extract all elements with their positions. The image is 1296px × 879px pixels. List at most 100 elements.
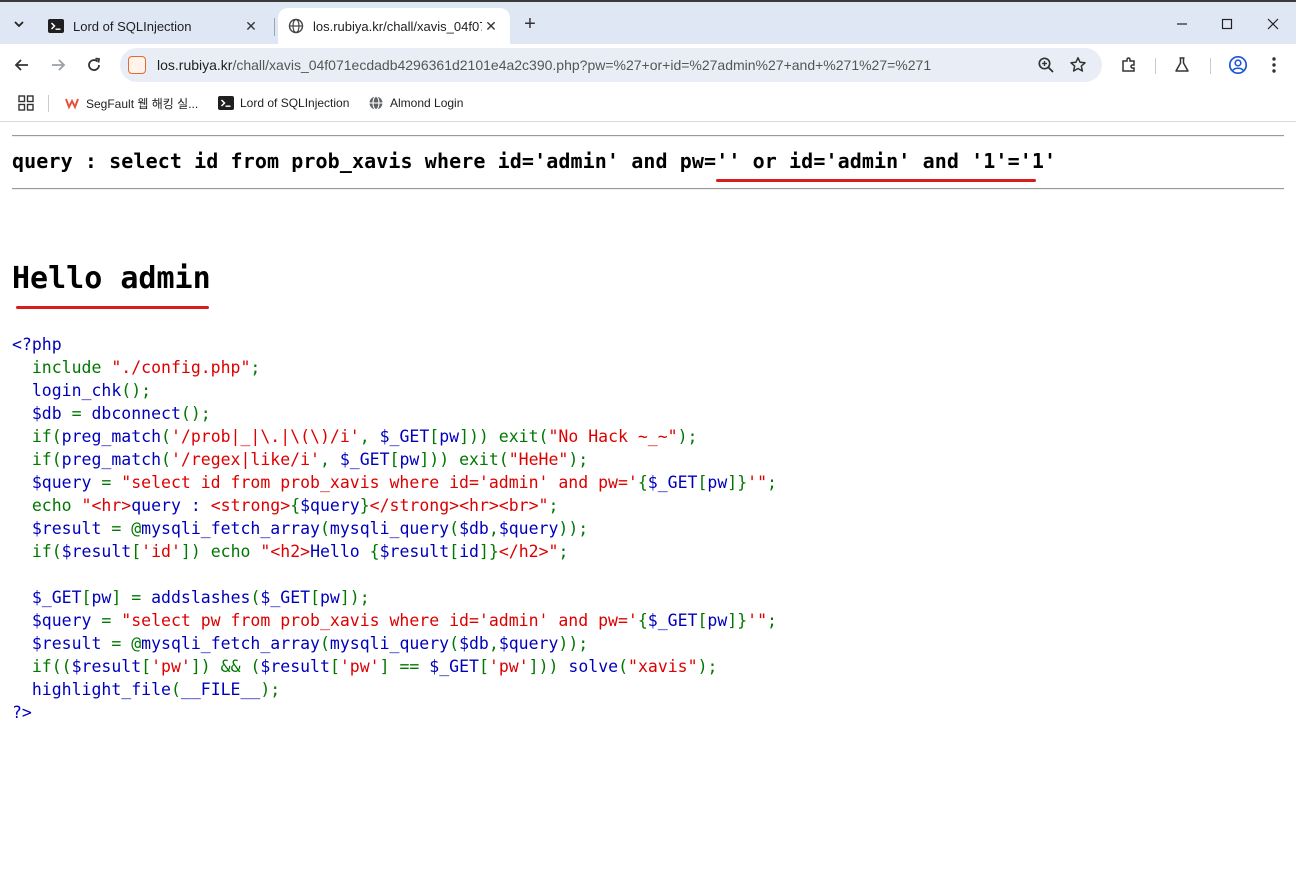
code-token: '" <box>747 473 768 492</box>
code-token: "./config.php" <box>111 358 251 377</box>
code-token: <?php <box>12 335 62 354</box>
profile-avatar-icon[interactable] <box>1227 54 1249 76</box>
code-token: ( <box>319 634 330 653</box>
segfault-icon <box>64 95 80 111</box>
tab-lord-of-sqlinjection[interactable]: Lord of SQLInjection ✕ <box>38 8 270 44</box>
code-token: <strong> <box>210 496 291 515</box>
new-tab-button[interactable]: + <box>518 13 542 37</box>
code-token: [ <box>329 657 340 676</box>
code-line: include "./config.php"; <box>12 356 777 379</box>
arrow-left-icon <box>14 59 28 71</box>
code-token: { <box>290 496 301 515</box>
address-bar[interactable]: los.rubiya.kr/chall/xavis_04f071ecdadb42… <box>120 48 1102 82</box>
code-token: $query <box>12 473 102 492</box>
code-token: mysqli_query <box>329 634 450 653</box>
bookmark-segfault[interactable]: SegFault 웹 해킹 실... <box>64 92 198 114</box>
code-token: 'pw' <box>488 657 529 676</box>
code-token: '" <box>747 611 768 630</box>
close-icon[interactable]: ✕ <box>482 17 500 35</box>
globe-icon <box>288 18 304 34</box>
code-token: [ <box>697 473 708 492</box>
forward-button[interactable] <box>45 52 71 78</box>
address-url[interactable]: los.rubiya.kr/chall/xavis_04f071ecdadb42… <box>157 57 931 73</box>
hello-heading: Hello admin <box>12 261 211 296</box>
code-token: $db <box>12 404 72 423</box>
page-content: query : select id from prob_xavis where … <box>0 123 1296 879</box>
code-token: </h2>" <box>498 542 559 561</box>
code-token: "xavis" <box>628 657 698 676</box>
code-token: ]} <box>478 542 499 561</box>
bookmark-star-icon[interactable] <box>1068 55 1088 75</box>
code-token: include <box>12 358 112 377</box>
bookmark-label: SegFault 웹 해킹 실... <box>86 96 199 111</box>
code-token: '/regex|like/i' <box>170 450 320 469</box>
code-line: $result = @mysqli_fetch_array(mysqli_que… <box>12 517 777 540</box>
code-token: "select id from prob_xavis where id='adm… <box>121 473 638 492</box>
code-token: $db <box>459 634 489 653</box>
code-token: pw <box>707 473 728 492</box>
apps-grid-icon[interactable] <box>18 95 34 111</box>
code-token: [ <box>449 542 460 561</box>
code-token: ; <box>548 496 559 515</box>
reload-button[interactable] <box>81 52 107 78</box>
bookmarks-divider <box>48 95 49 112</box>
bookmark-lord-of-sqlinjection[interactable]: Lord of SQLInjection <box>218 92 349 114</box>
code-token: ]) echo <box>180 542 261 561</box>
code-token: 'pw' <box>339 657 380 676</box>
php-source-code: <?php include "./config.php"; login_chk(… <box>12 333 777 724</box>
close-icon[interactable]: ✕ <box>242 17 260 35</box>
code-token: (); <box>121 381 152 400</box>
code-line: if(($result['pw']) && ($result['pw'] == … <box>12 655 777 678</box>
code-token: $db <box>459 519 489 538</box>
code-token: addslashes <box>151 588 251 607</box>
maximize-button[interactable] <box>1215 12 1239 36</box>
toolbar-divider <box>1155 58 1156 74</box>
code-line: highlight_file(__FILE__); <box>12 678 777 701</box>
hello-annotation-underline <box>16 306 209 309</box>
code-token: { <box>637 473 648 492</box>
menu-kebab-icon[interactable] <box>1263 54 1285 76</box>
code-token: , <box>359 427 380 446</box>
code-token: $query <box>498 634 559 653</box>
site-info-icon[interactable] <box>128 56 146 74</box>
code-token: ( <box>170 680 181 699</box>
labs-flask-icon[interactable] <box>1171 54 1193 76</box>
tab-xavis[interactable]: los.rubiya.kr/chall/xavis_04f071 ✕ <box>278 8 510 44</box>
zoom-icon[interactable] <box>1036 55 1056 75</box>
tab-search-button[interactable] <box>6 11 32 37</box>
window-close-button[interactable] <box>1261 12 1285 36</box>
url-path: /chall/xavis_04f071ecdadb4296361d2101e4a… <box>232 57 932 73</box>
code-token: echo <box>12 496 82 515</box>
code-token: [ <box>389 450 400 469</box>
bookmark-almond-login[interactable]: Almond Login <box>368 92 463 114</box>
code-token: ]} <box>727 611 748 630</box>
code-token: , <box>488 634 499 653</box>
code-token: ( <box>319 519 330 538</box>
code-token: solve <box>568 657 619 676</box>
code-token: ]); <box>339 588 370 607</box>
code-line: if(preg_match('/prob|_|\.|\(\)/i', $_GET… <box>12 425 777 448</box>
url-host: los.rubiya.kr <box>157 57 233 73</box>
code-line: echo "<hr>query : <strong>{$query}</stro… <box>12 494 777 517</box>
browser-toolbar: los.rubiya.kr/chall/xavis_04f071ecdadb42… <box>0 44 1296 86</box>
code-token: ); <box>568 450 589 469</box>
code-token: = <box>101 611 122 630</box>
code-line: if($result['id']) echo "<h2>Hello {$resu… <box>12 540 777 563</box>
code-token: $result <box>12 519 112 538</box>
code-token: ]} <box>727 473 748 492</box>
globe-icon <box>368 95 384 111</box>
minimize-button[interactable] <box>1170 12 1194 36</box>
back-button[interactable] <box>9 52 35 78</box>
code-token: highlight_file <box>12 680 171 699</box>
code-line: $query = "select id from prob_xavis wher… <box>12 471 777 494</box>
code-token: $_GET <box>379 427 430 446</box>
code-token: [ <box>310 588 320 607</box>
code-token: $query <box>498 519 559 538</box>
code-token: pw <box>320 588 340 607</box>
code-token: pw <box>399 450 420 469</box>
chevron-down-icon <box>14 21 24 28</box>
code-token: $_GET <box>647 611 698 630</box>
code-token: ; <box>558 542 569 561</box>
extensions-icon[interactable] <box>1118 54 1140 76</box>
